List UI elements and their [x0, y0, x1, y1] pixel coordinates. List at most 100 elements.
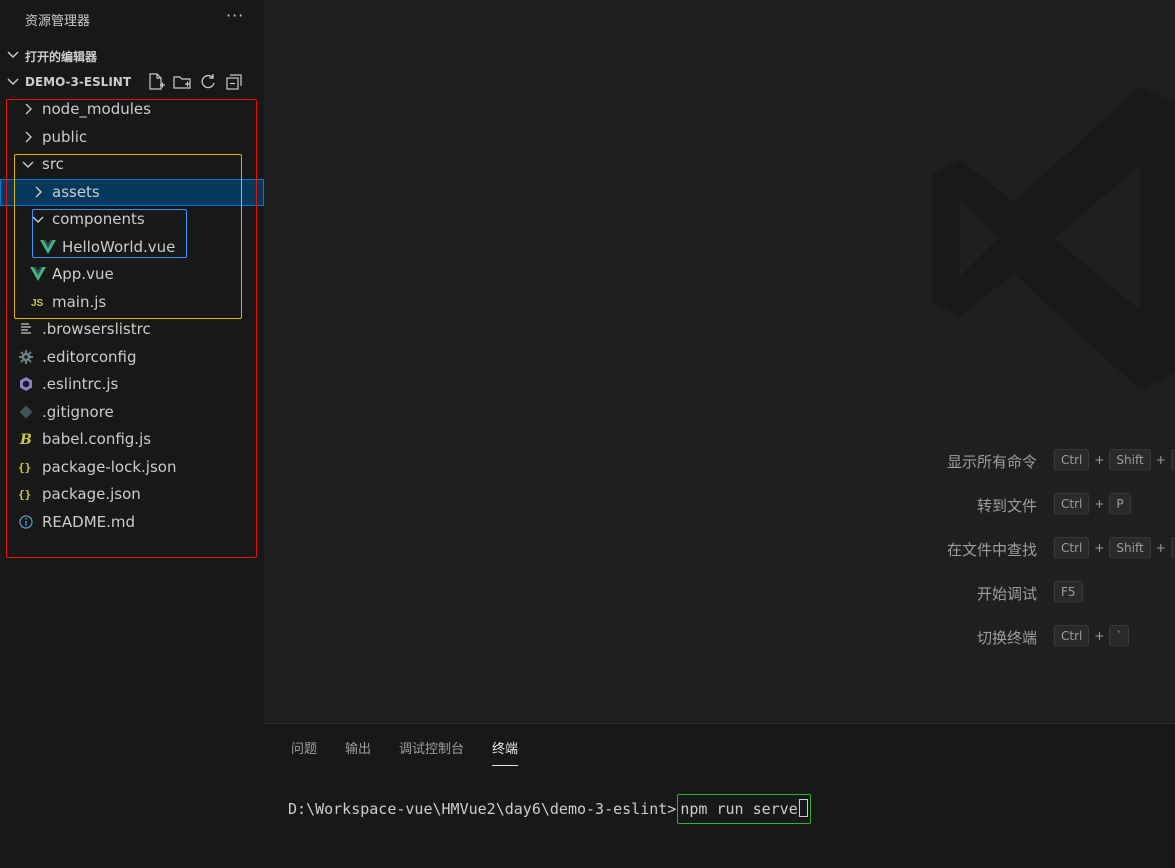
- vue-file-icon: [30, 266, 46, 282]
- tree-item-label: package-lock.json: [42, 457, 177, 476]
- shortcut-label: 显示所有命令: [946, 453, 1037, 471]
- chevron-down-icon: [30, 211, 46, 227]
- tree-item[interactable]: .browserslistrc: [0, 316, 264, 343]
- project-name: DEMO-3-ESLINT: [25, 75, 132, 89]
- shortcut-row[interactable]: 在文件中查找 Ctrl + Shift + F: [264, 535, 1175, 565]
- key-plus: +: [1155, 541, 1166, 555]
- panel-tabs: 问题 输出 调试控制台 终端: [291, 738, 519, 766]
- tree-item[interactable]: .editorconfig: [0, 344, 264, 371]
- json-file-icon: {}: [18, 459, 34, 475]
- keyboard-key: Ctrl: [1054, 493, 1090, 515]
- panel-tab[interactable]: 调试控制台: [399, 738, 464, 766]
- vscode-logo-watermark-icon: [932, 86, 1175, 390]
- project-section[interactable]: DEMO-3-ESLINT: [0, 71, 264, 95]
- tree-item[interactable]: components: [0, 206, 264, 233]
- keyboard-key: P: [1170, 449, 1175, 471]
- collapse-all-icon[interactable]: [224, 72, 244, 92]
- tree-item-label: assets: [52, 182, 100, 201]
- terminal-prompt: D:\Workspace-vue\HMVue2\day6\demo-3-esli…: [288, 800, 677, 818]
- keyboard-key: Ctrl: [1054, 537, 1090, 559]
- shortcut-label: 转到文件: [976, 497, 1037, 515]
- eslint-icon: [18, 376, 34, 392]
- tree-item-label: public: [42, 127, 88, 146]
- tree-item-label: components: [52, 210, 145, 228]
- gear-icon: [18, 349, 34, 365]
- tree-item-label: .browserslistrc: [42, 320, 151, 338]
- open-editors-section[interactable]: 打开的编辑器: [0, 44, 264, 68]
- tree-item[interactable]: JS main.js: [0, 289, 264, 316]
- chevron-right-icon: [20, 129, 36, 145]
- shortcut-row[interactable]: 开始调试 F5: [264, 579, 1175, 609]
- new-file-icon[interactable]: [146, 72, 166, 92]
- tree-item[interactable]: {} package-lock.json: [0, 454, 264, 481]
- shortcut-keys: Ctrl + `: [1054, 625, 1130, 647]
- panel-tab[interactable]: 问题: [291, 738, 317, 766]
- chevron-down-icon: [7, 78, 19, 85]
- tree-item-label: node_modules: [42, 100, 151, 118]
- keyboard-key: Ctrl: [1054, 449, 1090, 471]
- svg-text:{}: {}: [18, 461, 31, 474]
- tree-item[interactable]: Bbabel.config.js: [0, 426, 264, 453]
- svg-text:B: B: [19, 432, 32, 447]
- explorer-title: 资源管理器: [25, 14, 91, 29]
- terminal-command: npm run serve: [680, 800, 798, 818]
- terminal[interactable]: D:\Workspace-vue\HMVue2\day6\demo-3-esli…: [288, 794, 811, 824]
- tree-item[interactable]: .gitignore: [0, 399, 264, 426]
- tree-item-label: babel.config.js: [42, 430, 152, 448]
- explorer-sidebar: 资源管理器 ··· 打开的编辑器 DEMO-3-ESLINT node_modu…: [0, 0, 264, 868]
- key-plus: +: [1155, 453, 1166, 467]
- tree-item[interactable]: App.vue: [0, 261, 264, 288]
- bottom-panel: 问题 输出 调试控制台 终端 D:\Workspace-vue\HMVue2\day6…: [264, 723, 1175, 868]
- panel-tab[interactable]: 输出: [345, 738, 371, 766]
- shortcut-row[interactable]: 显示所有命令 Ctrl + Shift + P: [264, 447, 1175, 477]
- refresh-icon[interactable]: [198, 72, 218, 92]
- tree-item[interactable]: node_modules: [0, 96, 264, 123]
- tree-item[interactable]: .eslintrc.js: [0, 371, 264, 398]
- tree-item-label: .editorconfig: [42, 347, 137, 366]
- shortcut-label: 切换终端: [976, 629, 1037, 647]
- chevron-down-icon: [7, 51, 19, 58]
- svg-text:JS: JS: [31, 298, 44, 309]
- tree-item-label: main.js: [52, 292, 107, 311]
- shortcut-label: 在文件中查找: [946, 541, 1037, 559]
- panel-tab[interactable]: 终端: [492, 738, 519, 766]
- tree-item-label: .eslintrc.js: [42, 375, 119, 393]
- key-plus: +: [1094, 541, 1105, 555]
- keyboard-key: `: [1109, 625, 1130, 647]
- key-plus: +: [1094, 453, 1105, 467]
- editor-area: 显示所有命令 Ctrl + Shift + P 转到文件 Ctrl + P 在文件中查找 Ctrl + S…: [264, 0, 1175, 723]
- svg-text:{}: {}: [18, 488, 31, 501]
- chevron-down-icon: [20, 156, 36, 172]
- tree-item[interactable]: assets: [0, 178, 264, 206]
- tree-item-label: HelloWorld.vue: [62, 237, 176, 256]
- tree-item[interactable]: HelloWorld.vue: [0, 234, 264, 261]
- chevron-right-icon: [30, 184, 46, 200]
- terminal-cursor: [798, 799, 808, 817]
- keyboard-key: F: [1170, 537, 1175, 559]
- git-icon: [18, 404, 34, 420]
- keyboard-key: Shift: [1109, 537, 1151, 559]
- tree-item[interactable]: README.md: [0, 509, 264, 536]
- keyboard-key: Shift: [1109, 449, 1151, 471]
- shortcut-row[interactable]: 切换终端 Ctrl + `: [264, 623, 1175, 653]
- shortcut-keys: Ctrl + Shift + F: [1054, 537, 1175, 559]
- keyboard-key: Ctrl: [1054, 625, 1090, 647]
- explorer-header: 资源管理器 ···: [0, 0, 264, 36]
- shortcut-label: 开始调试: [976, 585, 1037, 603]
- terminal-command-box: npm run serve: [677, 794, 811, 824]
- tree-item[interactable]: {} package.json: [0, 481, 264, 508]
- keyboard-key: F5: [1054, 581, 1083, 603]
- chevron-right-icon: [20, 101, 36, 117]
- info-icon: [18, 514, 34, 530]
- tree-item-label: src: [42, 155, 64, 173]
- new-folder-icon[interactable]: [172, 72, 192, 92]
- shortcut-row[interactable]: 转到文件 Ctrl + P: [264, 491, 1175, 521]
- tree-item[interactable]: src: [0, 151, 264, 178]
- tree-item-label: .gitignore: [42, 402, 114, 421]
- open-editors-label: 打开的编辑器: [25, 50, 98, 64]
- tree-item-label: README.md: [42, 512, 136, 531]
- shortcut-keys: F5: [1054, 581, 1083, 603]
- tree-item-label: App.vue: [52, 265, 114, 283]
- more-actions-icon[interactable]: ···: [226, 6, 244, 25]
- tree-item[interactable]: public: [0, 124, 264, 151]
